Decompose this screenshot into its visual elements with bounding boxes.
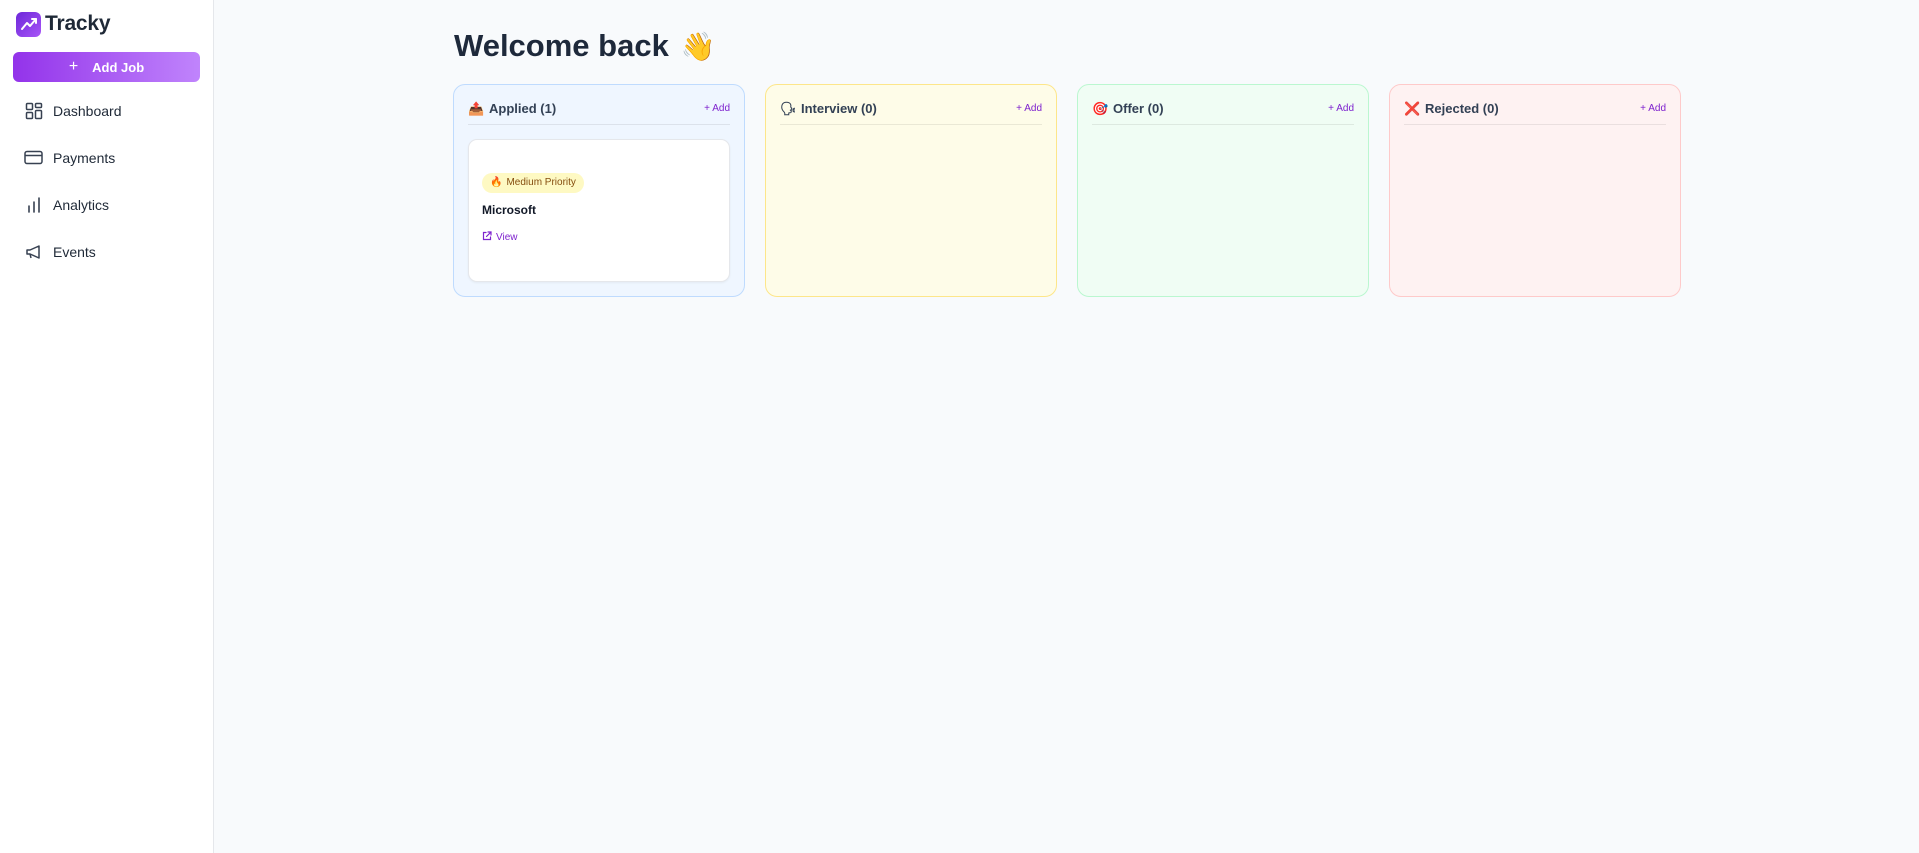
job-card[interactable]: 🔥 Medium Priority Microsoft View	[468, 139, 730, 282]
sidebar: Tracky + Add Job Dashboard Payments Anal…	[0, 0, 214, 853]
priority-label: Medium Priority	[506, 177, 576, 188]
target-icon: 🎯	[1092, 100, 1109, 116]
bar-chart-icon	[24, 195, 43, 214]
main-content: Welcome back 👋 📤 Applied (1) + Add 🔥 Med…	[214, 0, 1919, 853]
brand[interactable]: Tracky	[16, 10, 200, 38]
sidebar-item-label: Dashboard	[53, 102, 122, 119]
trend-chart-icon	[16, 11, 41, 37]
column-interview: 🗣 Interview (0) + Add	[765, 84, 1057, 297]
view-link[interactable]: View	[482, 230, 518, 244]
dashboard-icon	[24, 101, 43, 120]
sidebar-item-events[interactable]: Events	[13, 238, 200, 265]
waving-hand-icon: 👋	[680, 30, 716, 62]
brand-name: Tracky	[45, 12, 111, 35]
column-title-text: Offer (0)	[1113, 101, 1164, 116]
sidebar-item-payments[interactable]: Payments	[13, 144, 200, 171]
sidebar-item-label: Analytics	[53, 196, 110, 213]
sidebar-item-dashboard[interactable]: Dashboard	[13, 97, 200, 124]
column-title: 🗣 Interview (0)	[780, 101, 877, 117]
add-offer-button[interactable]: + Add	[1328, 103, 1354, 114]
kanban-board: 📤 Applied (1) + Add 🔥 Medium Priority Mi…	[453, 84, 1681, 297]
column-applied: 📤 Applied (1) + Add 🔥 Medium Priority Mi…	[453, 84, 745, 297]
add-rejected-button[interactable]: + Add	[1640, 103, 1666, 114]
view-label: View	[496, 231, 518, 243]
fire-icon: 🔥	[490, 177, 503, 188]
column-title-text: Interview (0)	[801, 101, 877, 116]
credit-card-icon	[24, 148, 43, 167]
column-title-text: Rejected (0)	[1425, 101, 1499, 116]
sidebar-item-label: Payments	[53, 149, 116, 166]
sidebar-item-analytics[interactable]: Analytics	[13, 191, 200, 218]
column-offer: 🎯 Offer (0) + Add	[1077, 84, 1369, 297]
column-header: 🎯 Offer (0) + Add	[1092, 99, 1354, 125]
column-title: 🎯 Offer (0)	[1092, 101, 1164, 117]
column-header: ❌ Rejected (0) + Add	[1404, 99, 1666, 125]
external-link-icon	[482, 230, 492, 244]
company-name: Microsoft	[482, 202, 536, 217]
add-applied-button[interactable]: + Add	[704, 103, 730, 114]
priority-badge: 🔥 Medium Priority	[482, 172, 584, 193]
speaking-head-icon: 🗣	[780, 100, 797, 116]
column-title: 📤 Applied (1)	[468, 101, 556, 117]
sidebar-nav: Dashboard Payments Analytics Events	[13, 97, 200, 265]
column-header: 📤 Applied (1) + Add	[468, 99, 730, 125]
page-title: Welcome back 👋	[454, 28, 716, 64]
add-interview-button[interactable]: + Add	[1016, 103, 1042, 114]
column-title-text: Applied (1)	[489, 101, 557, 116]
sidebar-item-label: Events	[53, 243, 96, 260]
cross-mark-icon: ❌	[1404, 100, 1421, 116]
outbox-icon: 📤	[468, 100, 485, 116]
column-header: 🗣 Interview (0) + Add	[780, 99, 1042, 125]
megaphone-icon	[24, 242, 43, 261]
welcome-text: Welcome back	[454, 28, 669, 63]
app-root: Tracky + Add Job Dashboard Payments Anal…	[0, 0, 1919, 853]
column-rejected: ❌ Rejected (0) + Add	[1389, 84, 1681, 297]
plus-icon: +	[68, 58, 79, 75]
add-job-label: Add Job	[92, 59, 145, 75]
column-title: ❌ Rejected (0)	[1404, 101, 1499, 117]
add-job-button[interactable]: + Add Job	[13, 52, 200, 82]
